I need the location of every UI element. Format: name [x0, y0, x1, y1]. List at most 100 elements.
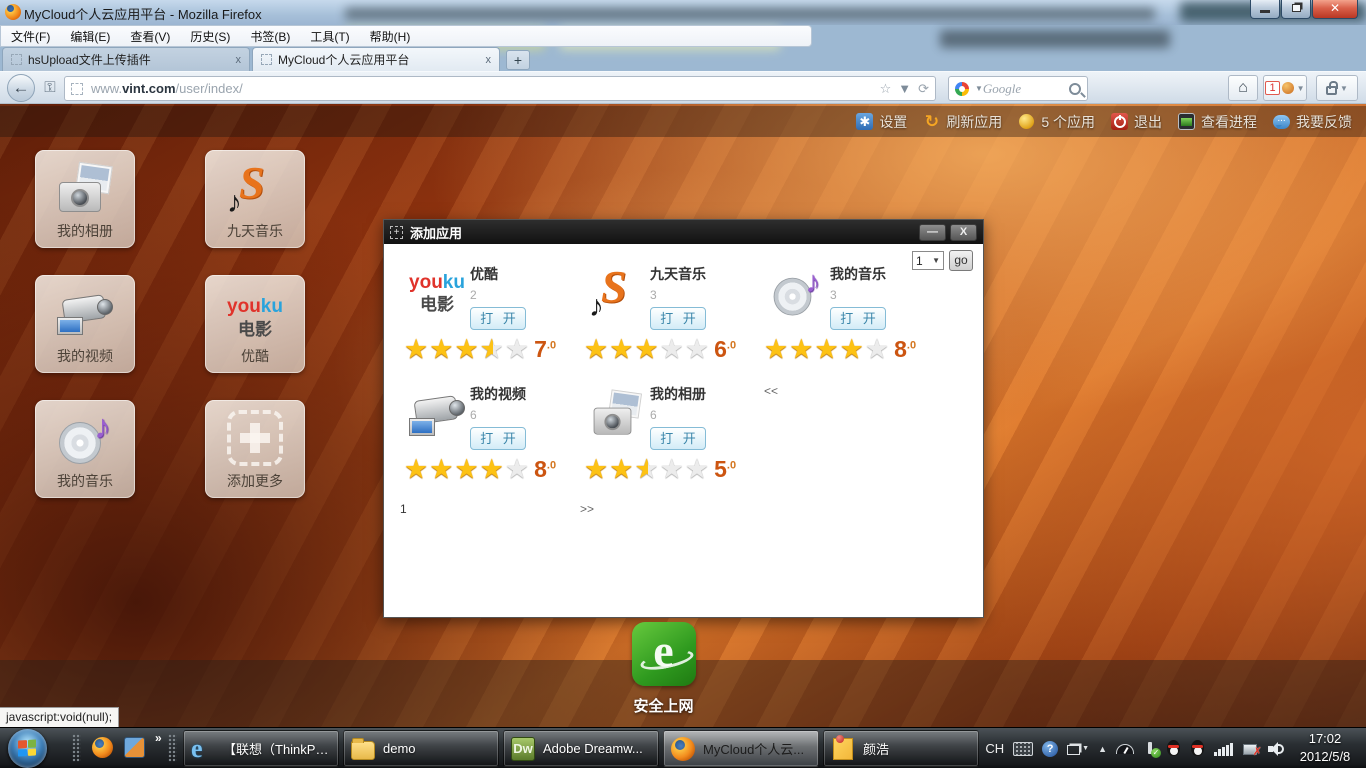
- lock-button[interactable]: ▼: [1316, 75, 1358, 101]
- firebug-button[interactable]: 1 ▼: [1263, 75, 1307, 101]
- open-button[interactable]: 打 开: [470, 307, 526, 330]
- dialog-close-button[interactable]: X: [950, 223, 977, 241]
- star-icon[interactable]: ★: [634, 336, 658, 363]
- star-icon[interactable]: ★: [404, 456, 428, 483]
- minimize-button[interactable]: [1250, 0, 1280, 19]
- dropdown-caret-icon[interactable]: ▼: [1297, 84, 1305, 93]
- language-indicator[interactable]: CH: [985, 741, 1004, 756]
- star-icon[interactable]: ★: [685, 336, 709, 363]
- open-button[interactable]: 打 开: [470, 427, 526, 450]
- star-icon[interactable]: ★: [454, 456, 478, 483]
- show-hidden-icons-button[interactable]: ▲: [1098, 744, 1107, 754]
- star-icon[interactable]: ★: [505, 336, 529, 363]
- taskbar-button-ie[interactable]: e 【联想（ThinkPa...: [183, 730, 339, 767]
- go-button[interactable]: go: [949, 250, 973, 271]
- menu-edit[interactable]: 编辑(E): [70, 28, 110, 45]
- tile-add-more[interactable]: 添加更多: [205, 400, 305, 498]
- star-icon[interactable]: ★: [660, 336, 684, 363]
- keyboard-icon[interactable]: [1013, 741, 1034, 756]
- tab-close-icon[interactable]: x: [236, 54, 242, 66]
- close-button[interactable]: ✕: [1312, 0, 1358, 19]
- search-icon[interactable]: [1069, 82, 1081, 95]
- tile-my-music[interactable]: ♪ 我的音乐: [35, 400, 135, 498]
- logout-button[interactable]: 退出: [1111, 112, 1162, 132]
- star-icon[interactable]: ★: [584, 336, 608, 363]
- open-button[interactable]: 打 开: [650, 307, 706, 330]
- dialog-titlebar[interactable]: + 添加应用 — X: [384, 220, 983, 244]
- quicklaunch-firefox-icon[interactable]: [92, 737, 113, 758]
- tab-hsupload[interactable]: hsUpload文件上传插件 x: [2, 47, 250, 71]
- search-box[interactable]: ▼: [948, 76, 1088, 101]
- star-icon[interactable]: ★: [429, 336, 453, 363]
- menu-file[interactable]: 文件(F): [11, 28, 50, 45]
- help-icon[interactable]: ?: [1042, 740, 1059, 757]
- tile-my-photos[interactable]: 我的相册: [35, 150, 135, 248]
- star-rating[interactable]: ★★★★★ 8.0: [404, 456, 582, 483]
- reload-icon[interactable]: ⟳: [918, 81, 929, 97]
- star-icon[interactable]: ★: [660, 456, 684, 483]
- tile-jiutian-music[interactable]: S ♪ 九天音乐: [205, 150, 305, 248]
- star-rating[interactable]: ★★★★★ 8.0: [764, 336, 942, 363]
- gauge-icon[interactable]: [1116, 743, 1134, 754]
- tab-mycloud[interactable]: MyCloud个人云应用平台 x: [252, 47, 500, 71]
- dropdown-caret-icon[interactable]: ▼: [1340, 84, 1348, 93]
- home-button[interactable]: ⌂: [1228, 75, 1258, 101]
- star-icon[interactable]: ★: [609, 336, 633, 363]
- star-icon[interactable]: ★: [505, 456, 529, 483]
- new-tab-button[interactable]: +: [506, 50, 530, 70]
- taskbar-button-demo-folder[interactable]: demo: [343, 730, 499, 767]
- star-icon[interactable]: ★: [480, 336, 504, 364]
- star-icon[interactable]: ★: [814, 336, 838, 363]
- taskbar-button-dreamweaver[interactable]: Dw Adobe Dreamw...: [503, 730, 659, 767]
- star-icon[interactable]: ★: [429, 456, 453, 483]
- settings-button[interactable]: ✱ 设置: [856, 112, 907, 132]
- dialog-minimize-button[interactable]: —: [919, 223, 946, 241]
- qq-icon[interactable]: [1190, 739, 1205, 758]
- menu-view[interactable]: 查看(V): [130, 28, 170, 45]
- feedback-button[interactable]: 我要反馈: [1273, 112, 1352, 132]
- menu-help[interactable]: 帮助(H): [370, 28, 411, 45]
- prev-page-link[interactable]: <<: [764, 384, 778, 398]
- page-number[interactable]: 1: [400, 502, 407, 516]
- firefox-titlebar[interactable]: MyCloud个人云应用平台 - Mozilla Firefox ✕: [0, 0, 1366, 25]
- taskbar-button-sticky-note[interactable]: 颜浩: [823, 730, 979, 767]
- overflow-chevron[interactable]: »: [155, 731, 162, 745]
- search-input[interactable]: [982, 80, 1069, 97]
- open-button[interactable]: 打 开: [650, 427, 706, 450]
- network-disconnected-icon[interactable]: ✗: [1243, 742, 1262, 758]
- menu-tools[interactable]: 工具(T): [310, 28, 349, 45]
- star-icon[interactable]: ★: [840, 336, 864, 363]
- tab-close-icon[interactable]: x: [486, 54, 492, 66]
- restore-button[interactable]: [1281, 0, 1311, 19]
- google-logo-icon[interactable]: [955, 81, 969, 96]
- app-count-button[interactable]: 5 个应用: [1018, 112, 1095, 132]
- signal-strength-icon[interactable]: [1214, 742, 1234, 756]
- next-page-link[interactable]: >>: [580, 502, 594, 516]
- star-icon[interactable]: ★: [764, 336, 788, 363]
- tile-youku[interactable]: youku 电影 优酷: [205, 275, 305, 373]
- star-icon[interactable]: ★: [609, 456, 633, 483]
- open-button[interactable]: 打 开: [830, 307, 886, 330]
- star-icon[interactable]: ★: [685, 456, 709, 483]
- star-icon[interactable]: ★: [789, 336, 813, 363]
- star-rating[interactable]: ★★★★★ 7.0: [404, 336, 582, 364]
- site-identity-key-icon[interactable]: ⚿: [38, 77, 62, 99]
- star-icon[interactable]: ★: [634, 456, 658, 484]
- restore-layout-icon[interactable]: ▼: [1067, 742, 1089, 755]
- clock[interactable]: 17:02 2012/5/8: [1288, 730, 1362, 766]
- tile-my-videos[interactable]: 我的视频: [35, 275, 135, 373]
- toolbar-grip[interactable]: [168, 734, 177, 762]
- star-icon[interactable]: ★: [865, 336, 889, 363]
- bookmark-star-icon[interactable]: ☆: [880, 81, 892, 97]
- taskbar-button-firefox[interactable]: MyCloud个人云...: [663, 730, 819, 767]
- star-icon[interactable]: ★: [404, 336, 428, 363]
- star-icon[interactable]: ★: [584, 456, 608, 483]
- menu-bookmarks[interactable]: 书签(B): [250, 28, 290, 45]
- volume-icon[interactable]: [1268, 741, 1284, 756]
- back-button[interactable]: ←: [7, 74, 35, 102]
- star-rating[interactable]: ★★★★★ 6.0: [584, 336, 762, 363]
- search-engine-caret-icon[interactable]: ▼: [975, 84, 983, 93]
- toolbar-grip[interactable]: [72, 734, 81, 762]
- quicklaunch-app-icon[interactable]: [124, 737, 145, 758]
- qq-icon[interactable]: [1166, 739, 1181, 758]
